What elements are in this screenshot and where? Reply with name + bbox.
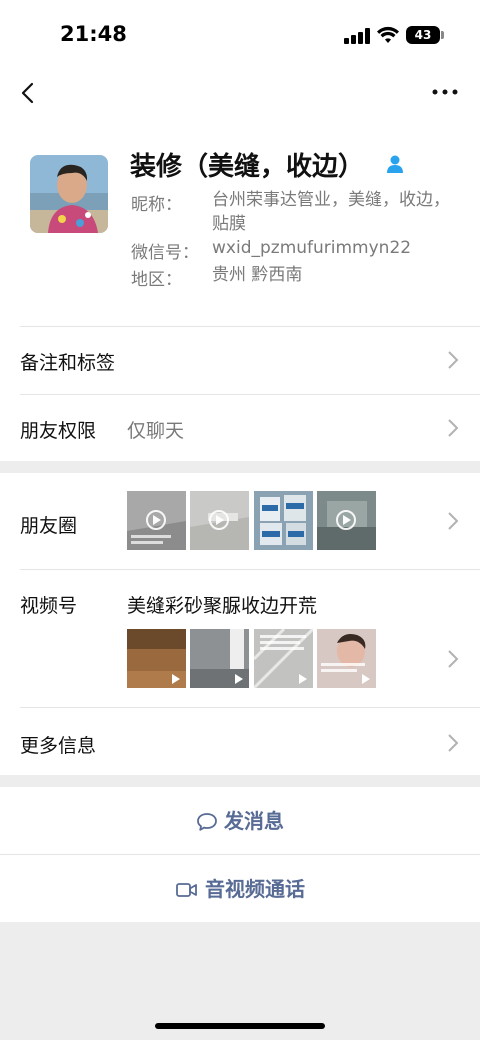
more-info-label: 更多信息 (20, 735, 97, 757)
channels-title: 美缝彩砂聚脲收边开荒 (127, 595, 318, 617)
friend-permissions-label: 朋友权限 (20, 420, 97, 442)
row-moments[interactable]: 朋友圈 (0, 473, 480, 569)
nav-bar (0, 70, 480, 120)
video-camera-icon (176, 882, 197, 897)
moments-thumbnail (190, 491, 249, 550)
chevron-right-icon (448, 351, 459, 369)
chevron-right-icon (448, 419, 459, 437)
chevron-right-icon (448, 512, 459, 530)
region-label: 地区： (131, 270, 182, 290)
row-more-info[interactable]: 更多信息 (0, 707, 480, 775)
channels-thumbnail (317, 629, 376, 688)
wifi-icon (377, 26, 399, 43)
row-friend-permissions[interactable]: 朋友权限 仅聊天 (0, 394, 480, 461)
chat-bubble-icon (197, 812, 217, 831)
remarks-tags-label: 备注和标签 (20, 352, 116, 374)
moments-thumbnail (127, 491, 186, 550)
moments-thumbnail (254, 491, 313, 550)
channels-thumbnail (127, 629, 186, 688)
nickname-value: 台州荣事达管业，美缝，收边，贴膜 (212, 190, 450, 234)
profile-header: 装修（美缝，收边） 昵称： 台州荣事达管业，美缝，收边，贴膜 微信号： wxid… (0, 120, 480, 326)
battery-icon: 43 (406, 26, 444, 44)
row-remarks-tags[interactable]: 备注和标签 (0, 326, 480, 394)
channels-thumbnail (254, 629, 313, 688)
settings-section: 备注和标签 朋友权限 仅聊天 (0, 326, 480, 461)
video-call-label: 音视频通话 (205, 877, 305, 901)
region-value: 贵州 黔西南 (212, 265, 303, 285)
status-time: 21:48 (60, 22, 127, 46)
status-bar: 21:48 43 (0, 0, 480, 70)
contact-name: 装修（美缝，收边） (130, 152, 365, 182)
send-message-label: 发消息 (224, 809, 284, 833)
back-arrow-icon[interactable] (14, 78, 44, 108)
content-section: 朋友圈 视频号 美缝彩砂聚脲收边开荒 更多信息 (0, 473, 480, 775)
home-indicator (155, 1023, 325, 1029)
more-options-icon[interactable] (430, 82, 460, 102)
channels-label: 视频号 (20, 595, 78, 617)
send-message-button[interactable]: 发消息 (0, 787, 480, 854)
chevron-right-icon (448, 650, 459, 668)
actions-section: 发消息 音视频通话 (0, 787, 480, 922)
person-icon (387, 155, 403, 173)
video-call-button[interactable]: 音视频通话 (0, 855, 480, 922)
row-channels[interactable]: 视频号 美缝彩砂聚脲收边开荒 (0, 569, 480, 707)
signal-icon (344, 28, 370, 44)
chevron-right-icon (448, 734, 459, 752)
friend-permissions-value: 仅聊天 (127, 420, 185, 442)
wechat-id-label: 微信号： (131, 243, 199, 263)
wechat-id-value: wxid_pzmufurimmyn22 (212, 238, 412, 258)
avatar[interactable] (30, 155, 108, 233)
channels-thumbnail (190, 629, 249, 688)
moments-thumbnail (317, 491, 376, 550)
nickname-label: 昵称： (131, 195, 182, 215)
moments-label: 朋友圈 (20, 515, 78, 537)
